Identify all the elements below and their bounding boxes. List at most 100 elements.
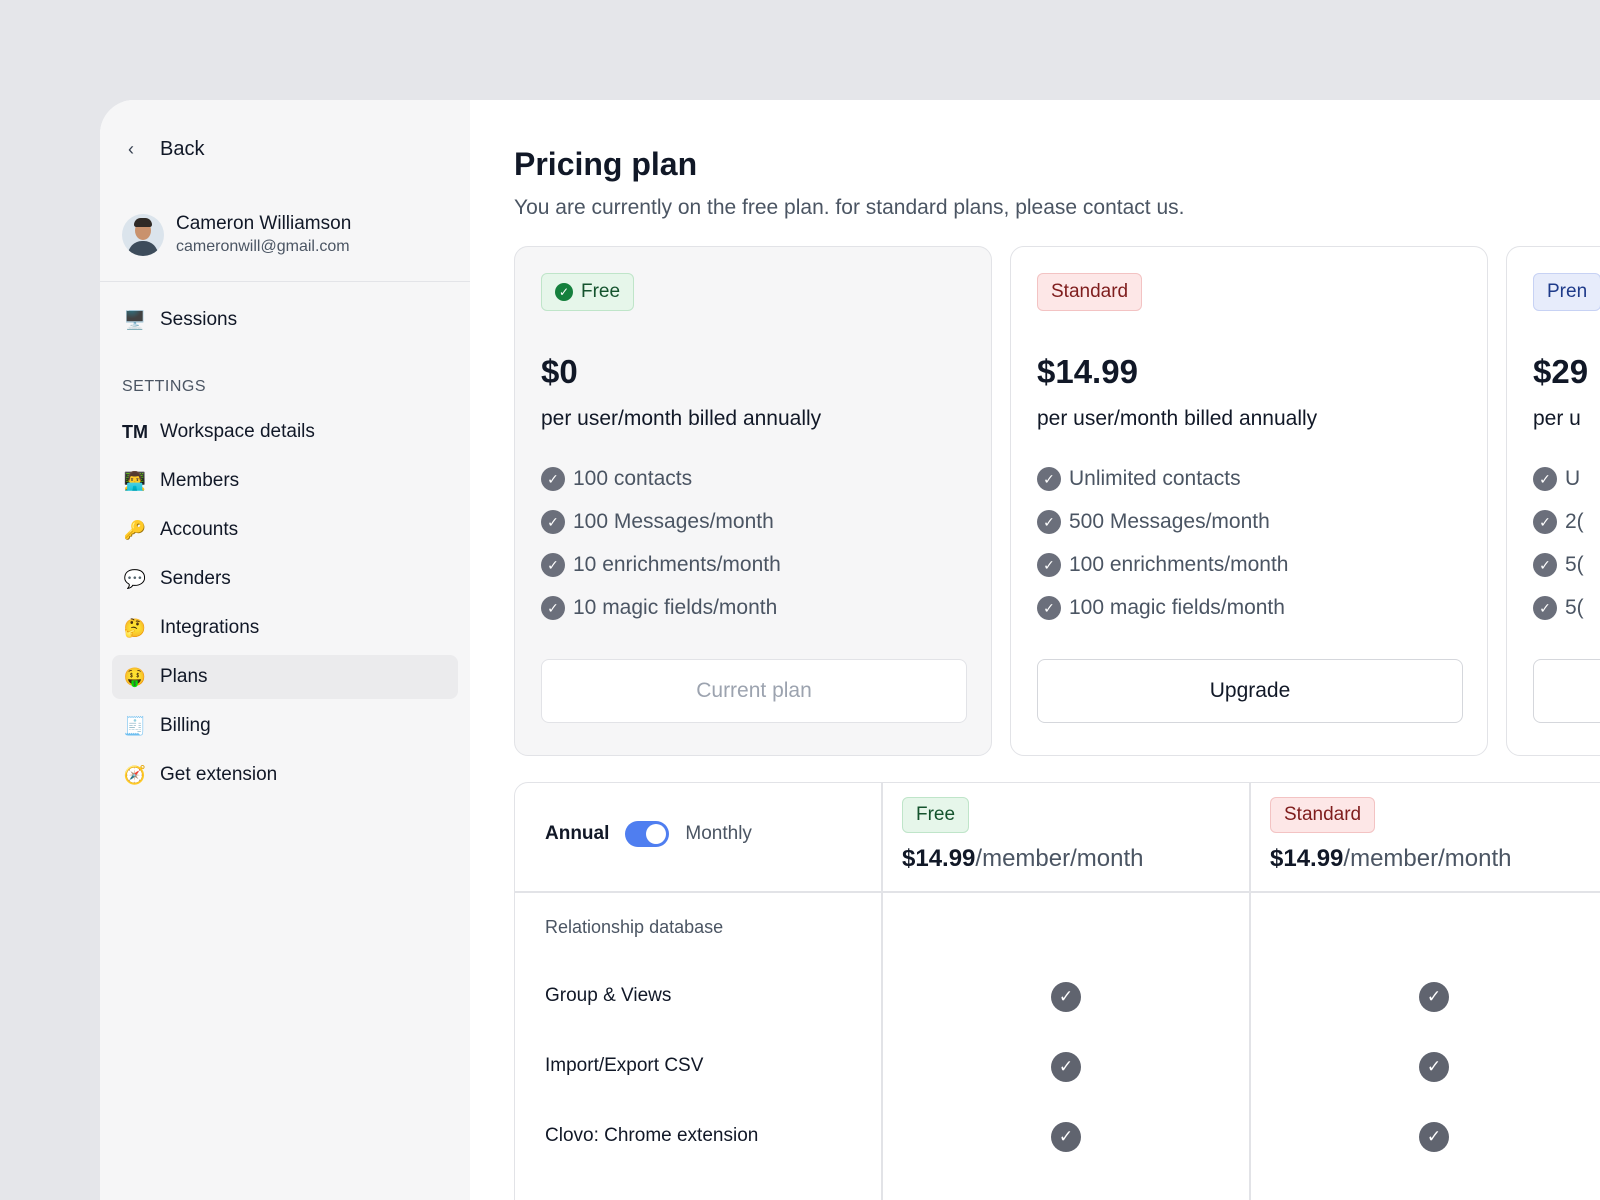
- technologist-icon: 👨‍💻: [123, 471, 147, 491]
- plan-feature: ✓ 2(: [1533, 500, 1584, 543]
- compass-icon: 🧭: [123, 765, 147, 785]
- monthly-label: Monthly: [685, 823, 752, 844]
- receipt-icon: 🧾: [123, 716, 147, 736]
- sidebar-item-accounts[interactable]: 🔑 Accounts: [112, 508, 458, 552]
- plan-feature-text: 5(: [1565, 595, 1584, 619]
- sidebar-item-label: Plans: [160, 666, 208, 687]
- feature-group-label: Relationship database: [545, 917, 724, 937]
- check-icon: ✓: [1533, 509, 1557, 534]
- sidebar-item-workspace-details[interactable]: TM Workspace details: [112, 410, 458, 454]
- plan-feature-text: 10 magic fields/month: [573, 595, 778, 619]
- column-divider: [1249, 783, 1251, 1200]
- monitor-icon: 🖥️: [123, 310, 147, 330]
- plan-features: ✓ U ✓ 2( ✓ 5( ✓ 5(: [1533, 457, 1584, 629]
- plan-card-free: ✓ Free $0 per user/month billed annually…: [514, 246, 992, 756]
- plan-badge-label: Free: [916, 804, 956, 825]
- sidebar-item-label: Integrations: [160, 617, 260, 638]
- sidebar-item-label: Senders: [160, 568, 231, 589]
- plan-feature: ✓ 10 magic fields/month: [541, 586, 781, 629]
- speech-bubble-icon: 💬: [123, 569, 147, 589]
- plan-badge: Standard: [1270, 797, 1376, 833]
- plan-badge: Pren: [1533, 273, 1600, 311]
- check-icon: ✓: [1051, 1052, 1081, 1082]
- plan-feature: ✓ Unlimited contacts: [1037, 457, 1288, 500]
- plan-feature: ✓ 5(: [1533, 543, 1584, 586]
- user-profile[interactable]: Cameron Williamson cameronwill@gmail.com: [122, 212, 351, 258]
- feature-row-label: Group & Views: [545, 985, 672, 1006]
- plan-billing: per u: [1533, 407, 1581, 430]
- plan-feature-text: 100 Messages/month: [573, 509, 774, 533]
- sidebar-item-billing[interactable]: 🧾 Billing: [112, 704, 458, 748]
- back-button[interactable]: ‹ Back: [128, 134, 204, 164]
- plan-price: $14.99: [1037, 353, 1138, 390]
- check-icon: ✓: [541, 466, 565, 491]
- plan-feature: ✓ 500 Messages/month: [1037, 500, 1288, 543]
- plan-billing: per user/month billed annually: [1037, 407, 1318, 430]
- column-header-standard: Standard $14.99/member/month: [1270, 797, 1511, 873]
- header-divider: [515, 891, 1600, 893]
- plan-feature-text: 100 magic fields/month: [1069, 595, 1285, 619]
- workspace-initials-icon: TM: [122, 422, 148, 442]
- plan-feature: ✓ 100 contacts: [541, 457, 781, 500]
- plan-price: $0: [541, 353, 578, 390]
- column-header-free: Free $14.99/member/month: [902, 797, 1143, 873]
- plan-feature: ✓ 10 enrichments/month: [541, 543, 781, 586]
- sidebar-item-sessions[interactable]: 🖥️ Sessions: [112, 298, 458, 342]
- user-name: Cameron Williamson: [176, 213, 352, 234]
- check-icon: ✓: [1051, 982, 1081, 1012]
- column-price-unit: /member/month: [1343, 845, 1512, 872]
- premium-plan-button[interactable]: [1533, 659, 1600, 723]
- plan-feature: ✓ 5(: [1533, 586, 1584, 629]
- check-icon: ✓: [1037, 466, 1061, 491]
- plan-billing: per user/month billed annually: [541, 407, 822, 430]
- sidebar-item-get-extension[interactable]: 🧭 Get extension: [112, 753, 458, 797]
- sidebar-item-label: Workspace details: [160, 421, 315, 442]
- plan-feature-text: 10 enrichments/month: [573, 552, 781, 576]
- page-title: Pricing plan: [514, 146, 698, 182]
- column-divider: [881, 783, 883, 1200]
- check-icon: ✓: [1533, 466, 1557, 491]
- sidebar-item-plans[interactable]: 🤑 Plans: [112, 655, 458, 699]
- check-icon: ✓: [1419, 1052, 1449, 1082]
- sidebar-item-senders[interactable]: 💬 Senders: [112, 557, 458, 601]
- plan-feature-text: 2(: [1565, 509, 1584, 533]
- billing-switch[interactable]: [625, 821, 670, 847]
- main-content: Pricing plan You are currently on the fr…: [470, 100, 1600, 1200]
- check-icon: ✓: [1419, 1122, 1449, 1152]
- key-icon: 🔑: [123, 520, 147, 540]
- check-icon: ✓: [541, 552, 565, 577]
- plan-feature-text: Unlimited contacts: [1069, 466, 1241, 490]
- money-face-icon: 🤑: [123, 667, 147, 687]
- sidebar-divider: [100, 281, 470, 282]
- check-icon: ✓: [541, 595, 565, 620]
- plan-badge-label: Standard: [1051, 281, 1129, 302]
- sidebar-item-label: Get extension: [160, 764, 278, 785]
- check-icon: ✓: [1037, 552, 1061, 577]
- chevron-left-icon: ‹: [128, 138, 134, 159]
- upgrade-button[interactable]: Upgrade: [1037, 659, 1463, 723]
- plan-badge: Free: [902, 797, 970, 833]
- avatar: [122, 214, 164, 256]
- plan-price: $29: [1533, 353, 1589, 390]
- check-icon: ✓: [541, 509, 565, 534]
- sidebar-item-members[interactable]: 👨‍💻 Members: [112, 459, 458, 503]
- feature-row-label: Import/Export CSV: [545, 1055, 704, 1076]
- plan-badge-label: Pren: [1547, 281, 1588, 302]
- plan-feature-text: 100 enrichments/month: [1069, 552, 1289, 576]
- plan-card-standard: Standard $14.99 per user/month billed an…: [1010, 246, 1488, 756]
- billing-period-toggle: Annual Monthly: [545, 821, 752, 847]
- plan-feature: ✓ 100 Messages/month: [541, 500, 781, 543]
- sidebar-item-label: Members: [160, 470, 240, 491]
- thinking-face-icon: 🤔: [123, 618, 147, 638]
- plan-feature: ✓ 100 enrichments/month: [1037, 543, 1288, 586]
- current-plan-button[interactable]: Current plan: [541, 659, 967, 723]
- column-price: $14.99/member/month: [902, 845, 1143, 873]
- plan-features: ✓ 100 contacts ✓ 100 Messages/month ✓ 10 en…: [541, 457, 781, 629]
- check-icon: ✓: [1051, 1122, 1081, 1152]
- check-icon: ✓: [1533, 552, 1557, 577]
- check-icon: ✓: [1037, 595, 1061, 620]
- plan-feature-text: 500 Messages/month: [1069, 509, 1270, 533]
- sidebar-item-label: Sessions: [160, 309, 238, 330]
- back-label: Back: [160, 137, 205, 160]
- sidebar-item-integrations[interactable]: 🤔 Integrations: [112, 606, 458, 650]
